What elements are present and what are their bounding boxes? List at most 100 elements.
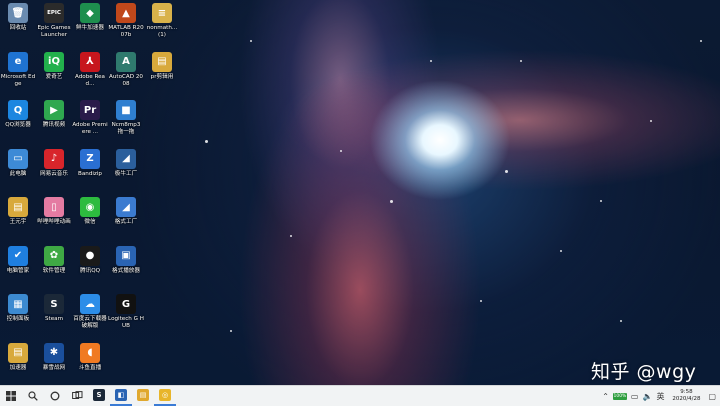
desktop-icon-label: Epic Games Launcher — [37, 25, 71, 38]
desktop-icon-label: 哔哩哔哩动画 — [37, 219, 71, 225]
desktop-icon[interactable]: ▯ 哔哩哔哩动画 — [36, 194, 72, 226]
clock-time: 9:58 — [680, 389, 693, 395]
desktop-icon[interactable]: S Steam — [36, 291, 72, 323]
chrome-icon: ◎ — [159, 389, 171, 401]
pc-manager-icon: ✔ — [8, 245, 28, 266]
desktop-icon[interactable]: ▶ 腾讯视频 — [36, 97, 72, 129]
task-view-icon — [71, 391, 82, 399]
desktop-icon[interactable]: Q QQ浏览器 — [0, 97, 36, 129]
document-icon: ≡ — [152, 3, 172, 23]
desktop-icon[interactable]: e Microsoft Edge — [0, 49, 36, 88]
network-icon[interactable]: ▭ — [631, 392, 639, 401]
desktop-icon[interactable]: ▤ 王元宇 — [0, 194, 36, 226]
premiere-icon: Pr — [80, 100, 100, 120]
desktop-icon-label: Bandizip — [78, 170, 102, 177]
desktop: 🗑 回收站 EPIC Epic Games Launcher ◆ 鲜牛加速器 ▲ MATLAB… — [0, 0, 720, 385]
accelerator-icon: ◆ — [80, 3, 100, 23]
search-button[interactable] — [22, 386, 44, 406]
desktop-icon-label: nonmath... (1) — [146, 25, 178, 38]
desktop-icon-label: 爱奇艺 — [45, 73, 63, 80]
desktop-icon[interactable]: ▣ 格式播放器 — [108, 243, 144, 275]
start-button[interactable] — [0, 386, 22, 406]
desktop-icon[interactable]: ▲ MATLAB R2007b — [108, 0, 144, 39]
taskbar-app-file-explorer[interactable]: ▤ — [132, 386, 154, 406]
desktop-icon[interactable]: 🗑 回收站 — [0, 0, 36, 32]
desktop-icon-label: 极牛工厂 — [114, 170, 138, 177]
desktop-icon-label: 控制面板 — [6, 316, 30, 322]
desktop-icon[interactable]: ☁ 百度云下载器 破解版 — [72, 291, 108, 330]
battery-badge[interactable]: 100% — [612, 392, 627, 400]
cortana-button[interactable] — [44, 386, 66, 406]
matlab-icon: ▲ — [116, 3, 136, 23]
media-player-icon: ▣ — [116, 245, 136, 266]
desktop-icon[interactable]: ◢ 极牛工厂 — [108, 146, 144, 178]
bilibili-icon: ▯ — [44, 197, 64, 217]
desktop-icon[interactable]: ⅄ Adobe Read... — [72, 49, 108, 88]
ncm-icon: ■ — [116, 100, 136, 120]
desktop-icon[interactable]: iQ 爱奇艺 — [36, 49, 72, 81]
control-panel-icon: ▦ — [8, 294, 28, 314]
taskbar-app-steam[interactable]: S — [88, 386, 110, 406]
desktop-icon[interactable]: ◆ 鲜牛加速器 — [72, 0, 108, 32]
qq-icon: ● — [80, 245, 100, 266]
desktop-icon-label: AutoCAD 2008 — [109, 73, 143, 87]
system-tray: ⌃ 100% ▭ 🔈 英 9:58 2020/4/28 ▢ — [602, 386, 720, 406]
file-explorer-icon: ▤ — [137, 389, 149, 401]
battle-net-icon: ✱ — [44, 342, 64, 363]
this-pc-icon: ▭ — [8, 148, 28, 169]
desktop-icon[interactable]: EPIC Epic Games Launcher — [36, 0, 72, 39]
desktop-icon[interactable]: ◖ 斗鱼直播 — [72, 340, 108, 372]
taskbar: S ◧ ▤ ◎ ⌃ 100% ▭ 🔈 英 9:58 2020/4/28 ▢ — [0, 385, 720, 406]
desktop-icon-label: QQ浏览器 — [5, 122, 31, 128]
desktop-icon[interactable]: ◉ 微信 — [72, 194, 108, 226]
clock[interactable]: 9:58 2020/4/28 — [668, 389, 704, 403]
iqiyi-icon: iQ — [44, 51, 64, 72]
ime-indicator[interactable]: 英 — [656, 391, 664, 402]
desktop-icon-label: 微信 — [84, 219, 96, 225]
volume-icon[interactable]: 🔈 — [642, 392, 652, 401]
netease-music-icon: ♪ — [44, 148, 64, 169]
software-manager-icon: ✿ — [44, 245, 64, 266]
desktop-icon-label: Microsoft Edge — [0, 73, 36, 87]
notification-icon[interactable]: ▢ — [708, 392, 716, 401]
steam-taskbar-icon: S — [93, 389, 105, 401]
desktop-icon[interactable]: ✿ 软件管理 — [36, 243, 72, 275]
desktop-icon-label: Adobe Read... — [75, 73, 105, 87]
desktop-icon-label: 格式工厂 — [114, 219, 138, 225]
desktop-icon[interactable]: ■ Ncm8mp3 拖一拖 — [108, 97, 144, 136]
watermark: 知乎 @wgy — [591, 361, 697, 383]
epic-games-icon: EPIC — [44, 3, 64, 23]
desktop-icon[interactable]: ≡ nonmath... (1) — [144, 0, 180, 39]
taskbar-apps: S ◧ ▤ ◎ — [88, 386, 176, 406]
desktop-icon[interactable]: ▤ 加速器 — [0, 340, 36, 372]
desktop-icon[interactable]: ▭ 此电脑 — [0, 146, 36, 178]
taskbar-app-app[interactable]: ◧ — [110, 386, 132, 406]
desktop-icon-label: 百度云下载器 破解版 — [73, 316, 107, 329]
user-folder-icon: ▤ — [8, 197, 28, 217]
desktop-icon[interactable]: ✱ 暴雪战网 — [36, 340, 72, 372]
task-view-button[interactable] — [66, 386, 88, 406]
desktop-icon-label: Ncm8mp3 拖一拖 — [111, 122, 141, 135]
desktop-icon-label: 暴雪战网 — [42, 364, 66, 371]
taskbar-app-chrome[interactable]: ◎ — [154, 386, 176, 406]
desktop-icon[interactable]: Pr Adobe Premiere ... — [72, 97, 108, 136]
desktop-icon[interactable]: ♪ 网易云音乐 — [36, 146, 72, 178]
steam-icon: S — [44, 294, 64, 314]
desktop-icon[interactable]: ▦ 控制面板 — [0, 291, 36, 323]
desktop-icon-label: 鲜牛加速器 — [76, 25, 104, 31]
desktop-icon-label: Adobe Premiere ... — [72, 122, 108, 135]
desktop-icon[interactable]: G Logitech G HUB — [108, 291, 144, 330]
desktop-icon-label: 腾讯QQ — [80, 267, 100, 274]
desktop-icon[interactable]: ▤ pr剪辑用 — [144, 49, 180, 81]
clock-date: 2020/4/28 — [672, 396, 701, 402]
desktop-icon[interactable]: ◢ 格式工厂 — [108, 194, 144, 226]
desktop-icon[interactable]: ✔ 电脑管家 — [0, 243, 36, 275]
chevron-up-icon[interactable]: ⌃ — [602, 392, 609, 401]
desktop-icon-label: Steam — [44, 316, 64, 322]
adobe-reader-icon: ⅄ — [80, 51, 100, 72]
desktop-icon[interactable]: Z Bandizip — [72, 146, 108, 178]
desktop-icon[interactable]: ● 腾讯QQ — [72, 243, 108, 275]
desktop-icon-label: pr剪辑用 — [150, 73, 174, 80]
desktop-icon[interactable]: A AutoCAD 2008 — [108, 49, 144, 88]
douyu-icon: ◖ — [80, 342, 100, 363]
